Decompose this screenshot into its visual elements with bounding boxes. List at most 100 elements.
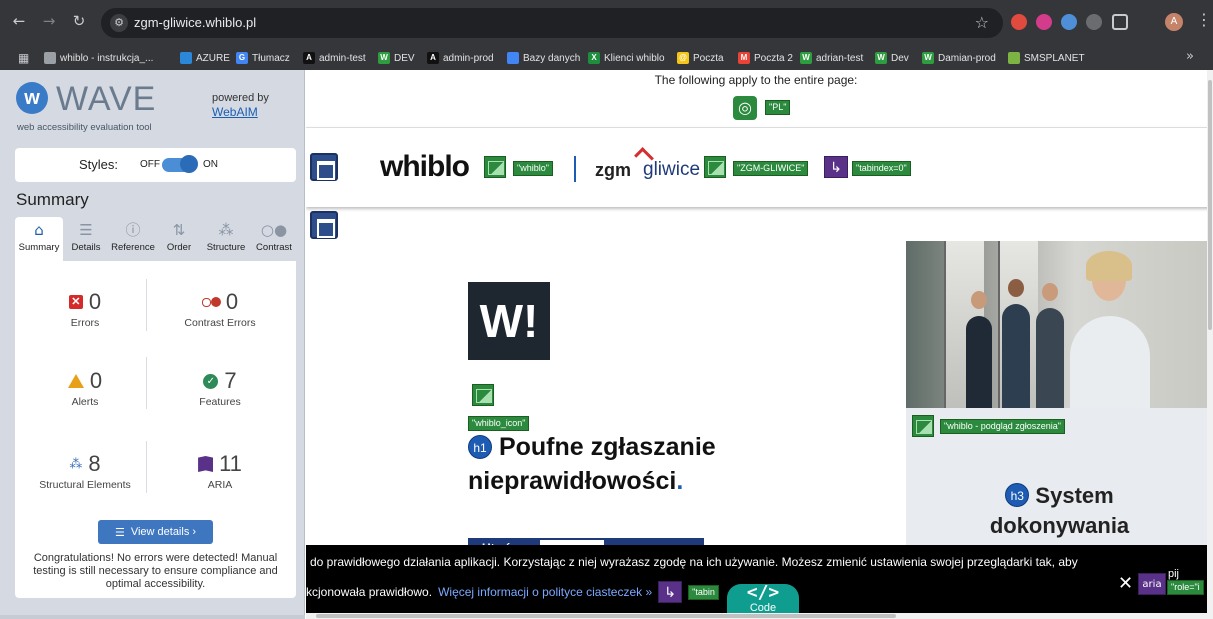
aria-icon	[198, 456, 214, 472]
bookmark-item[interactable]: @ Poczta	[677, 51, 724, 65]
tabindex-icon[interactable]: ↳	[824, 156, 848, 178]
browser-menu-icon[interactable]: ⋮	[1196, 10, 1212, 29]
reload-icon[interactable]: ↻	[68, 10, 90, 32]
image-icon[interactable]	[484, 156, 506, 178]
bookmark-item[interactable]: W Damian-prod	[922, 51, 996, 65]
sidebar-scrollbar[interactable]	[0, 615, 305, 619]
tab-details[interactable]: ☰ Details	[65, 217, 107, 261]
bookmark-item[interactable]: Aadmin-test	[303, 51, 366, 65]
forward-icon[interactable]: →	[38, 10, 60, 32]
structure-icon: ⁂	[218, 221, 234, 239]
bookmark-star-icon[interactable]: ☆	[975, 13, 989, 32]
section-heading-line-1: System	[1035, 483, 1114, 508]
tab-summary[interactable]: ⌂ Summary	[15, 217, 63, 261]
tab-order-label: Order	[166, 242, 192, 253]
bookmark-item[interactable]: M Poczta 2	[738, 51, 793, 65]
language-icon[interactable]: ◎	[733, 96, 757, 120]
bookmark-item[interactable]: W DEV	[378, 51, 415, 65]
scroll-thumb[interactable]	[1208, 80, 1212, 330]
features-stat[interactable]: ✓ 7 Features	[155, 368, 285, 408]
site-info-icon[interactable]: ⚙	[110, 14, 128, 32]
styles-toggle[interactable]	[162, 155, 198, 173]
tab-structure[interactable]: ⁂ Structure	[201, 217, 251, 261]
contrast-error-icon	[201, 297, 221, 307]
view-details-button[interactable]: ☰ View details ›	[98, 520, 213, 544]
tabindex-icon[interactable]: ↳	[658, 581, 683, 603]
tab-structure-label: Structure	[206, 242, 246, 253]
bookmark-item[interactable]: X Klienci whiblo	[588, 51, 665, 65]
bookmark-item[interactable]: whiblo - instrukcja_...	[44, 51, 153, 65]
tabindex-tag: "tabindex=0"	[852, 161, 911, 176]
photo-person	[1036, 308, 1064, 408]
bookmark-item[interactable]: SMSPLANET	[1008, 51, 1085, 65]
tab-reference[interactable]: ⓘ Reference	[108, 217, 158, 261]
bookmark-item[interactable]: W Dev	[875, 51, 909, 65]
bookmark-label: whiblo - instrukcja_...	[60, 52, 154, 64]
bookmark-favicon-icon: A	[303, 52, 315, 64]
extension-icon[interactable]	[1011, 14, 1027, 30]
photo-person	[966, 316, 992, 408]
structural-stat[interactable]: ⁂ 8 Structural Elements	[20, 451, 150, 491]
alerts-count: 0	[89, 368, 103, 393]
extension-icon[interactable]	[1061, 14, 1077, 30]
image-icon[interactable]	[472, 384, 494, 406]
whiblo-logo[interactable]: whiblo	[380, 150, 470, 184]
wave-extension-icon[interactable]	[1086, 14, 1102, 30]
profile-avatar[interactable]: A	[1165, 13, 1183, 31]
bookmark-label: adrian-test	[816, 52, 864, 64]
extension-icon[interactable]	[1036, 14, 1052, 30]
aria-count: 11	[219, 451, 242, 476]
contrast-errors-count: 0	[225, 289, 239, 314]
wave-subtitle: web accessibility evaluation tool	[17, 122, 152, 133]
tab-order[interactable]: ⇅ Order	[161, 217, 197, 261]
bookmark-favicon-icon: A	[427, 52, 439, 64]
bookmark-favicon-icon	[44, 52, 56, 64]
tab-contrast[interactable]: ○● Contrast	[252, 217, 296, 261]
image-icon[interactable]	[912, 415, 934, 437]
photo-head	[971, 291, 987, 309]
styles-label: Styles:	[79, 157, 119, 172]
page-heading: h1 Poufne zgłaszanie nieprawidłowości.	[468, 430, 798, 498]
h3-badge-icon[interactable]: h3	[1005, 483, 1030, 507]
aria-stat[interactable]: 11 ARIA	[155, 451, 285, 491]
address-bar[interactable]: ⚙ zgm-gliwice.whiblo.pl ☆	[101, 8, 1003, 38]
bookmark-item[interactable]: Bazy danych	[507, 51, 580, 65]
bookmark-item[interactable]: AZURE	[180, 51, 230, 65]
header-region-icon[interactable]	[310, 153, 338, 181]
page-scrollbar-vertical[interactable]	[1207, 70, 1213, 619]
bookmark-item[interactable]: Aadmin-prod	[427, 51, 494, 65]
bookmark-item[interactable]: G Tłumacz	[236, 51, 290, 65]
cookie-policy-link[interactable]: Więcej informacji o polityce ciasteczek …	[438, 585, 652, 599]
main-region-icon[interactable]	[310, 211, 338, 239]
zgm-logo-text: zgm	[595, 160, 631, 180]
scroll-thumb[interactable]	[316, 614, 896, 618]
apps-grid-icon[interactable]: ▦	[18, 51, 29, 65]
section-heading-line-2: dokonywania	[989, 513, 1130, 538]
bookmark-label: Dev	[891, 52, 909, 64]
image-icon[interactable]	[704, 156, 726, 178]
preview-alt-tag: "whiblo - podgląd zgłoszenia"	[940, 419, 1065, 434]
section-heading: h3 System dokonywania	[906, 481, 1213, 541]
tab-summary-label: Summary	[18, 242, 60, 253]
structural-count: 8	[88, 451, 101, 476]
bookmark-label: Poczta 2	[754, 52, 793, 64]
aria-role-icon[interactable]: aria	[1138, 573, 1166, 595]
page-scrollbar-horizontal[interactable]	[306, 613, 1207, 619]
wave-sidebar: w WAVE web accessibility evaluation tool…	[0, 70, 305, 619]
back-icon[interactable]: ←	[8, 10, 30, 32]
summary-heading: Summary	[16, 190, 89, 209]
bookmarks-more-icon[interactable]: »	[1186, 49, 1194, 64]
h1-badge-icon[interactable]: h1	[468, 435, 492, 459]
alerts-stat[interactable]: 0 Alerts	[20, 368, 150, 408]
webaim-link[interactable]: WebAIM	[212, 105, 258, 119]
contrast-errors-stat[interactable]: 0 Contrast Errors	[155, 289, 285, 329]
cookie-tabindex-tag: "tabin	[688, 584, 719, 600]
bookmarks-bar: ▦ whiblo - instrukcja_... AZURE G Tłumacz Aa…	[0, 46, 1213, 70]
aria-label: ARIA	[207, 479, 233, 491]
whiblo-icon-tag: "whiblo_icon"	[468, 416, 530, 431]
extensions-puzzle-icon[interactable]	[1112, 14, 1128, 30]
errors-stat[interactable]: ✕ 0 Errors	[20, 289, 150, 329]
close-icon[interactable]: ✕	[1118, 573, 1133, 594]
browser-toolbar: ← → ↻ ⚙ zgm-gliwice.whiblo.pl ☆ A ⋮	[0, 0, 1213, 46]
bookmark-item[interactable]: Wadrian-test	[800, 51, 863, 65]
